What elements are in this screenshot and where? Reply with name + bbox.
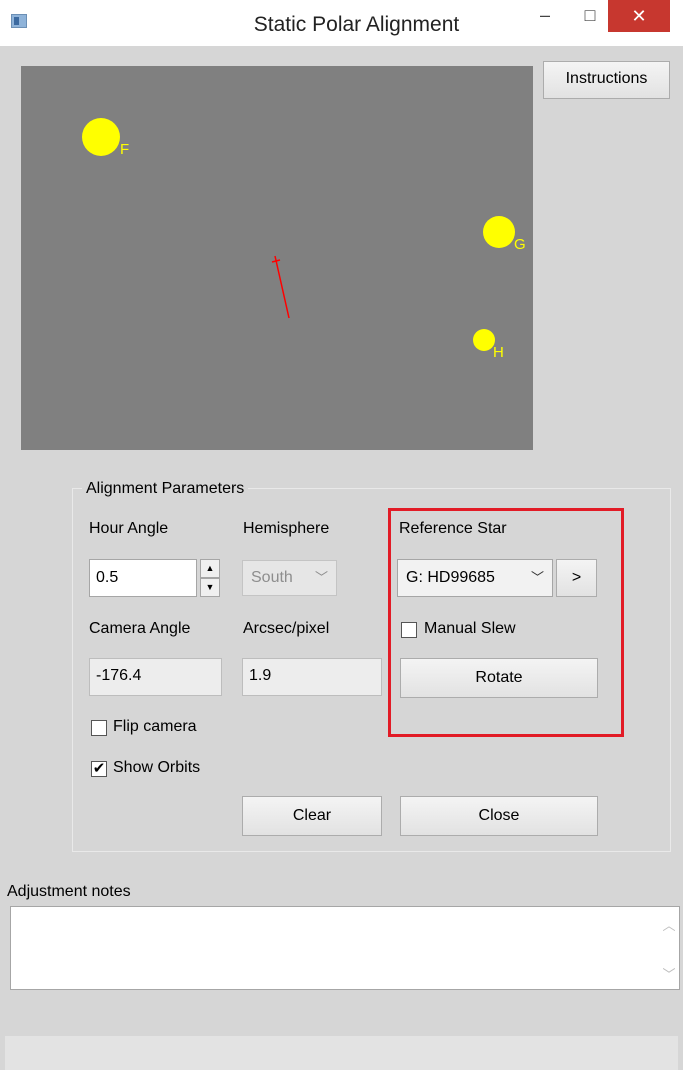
arcsec-label: Arcsec/pixel <box>243 620 330 637</box>
clear-button[interactable]: Clear <box>242 796 382 836</box>
show-orbits-checkbox[interactable]: ✔ <box>91 761 107 777</box>
close-button[interactable]: Close <box>400 796 598 836</box>
next-star-button[interactable]: > <box>556 559 597 597</box>
alignment-parameters-title: Alignment Parameters <box>82 480 249 498</box>
hemisphere-select: South ﹀ <box>242 560 337 596</box>
hemisphere-value: South <box>251 569 293 586</box>
hemisphere-label: Hemisphere <box>243 520 330 537</box>
hour-angle-spinner[interactable]: ▲ ▼ <box>200 559 220 597</box>
close-icon: ✕ <box>631 6 647 26</box>
reference-star-label: Reference Star <box>399 520 507 537</box>
hour-angle-input[interactable]: 0.5 <box>89 559 197 597</box>
orbit-line <box>271 255 290 319</box>
reference-star-value: G: HD99685 <box>406 569 495 586</box>
flip-camera-label[interactable]: Flip camera <box>113 718 197 736</box>
close-window-button[interactable]: ✕ <box>608 0 670 32</box>
status-bar <box>5 1036 678 1070</box>
title-bar: Static Polar Alignment – □ ✕ <box>0 0 683 46</box>
show-orbits-label[interactable]: Show Orbits <box>113 759 200 777</box>
reference-star-select[interactable]: G: HD99685 ﹀ <box>397 559 553 597</box>
manual-slew-checkbox[interactable] <box>401 622 417 638</box>
adjustment-notes-textarea[interactable]: ︿ ﹀ <box>10 906 680 990</box>
scroll-up-icon[interactable]: ︿ <box>659 915 679 934</box>
window-bottom-edge <box>0 1070 683 1081</box>
chevron-down-icon: ﹀ <box>530 570 544 585</box>
camera-angle-field: -176.4 <box>89 658 222 696</box>
spin-down-icon[interactable]: ▼ <box>200 578 220 597</box>
spin-up-icon[interactable]: ▲ <box>200 559 220 578</box>
manual-slew-label[interactable]: Manual Slew <box>424 620 516 638</box>
scroll-down-icon[interactable]: ﹀ <box>659 964 679 983</box>
maximize-button[interactable]: □ <box>575 0 605 32</box>
minimize-button[interactable]: – <box>530 0 560 32</box>
arcsec-field: 1.9 <box>242 658 382 696</box>
rotate-button[interactable]: Rotate <box>400 658 598 698</box>
hour-angle-label: Hour Angle <box>89 520 169 537</box>
static-polar-alignment-window: Static Polar Alignment – □ ✕ F G H Instr… <box>0 0 683 1081</box>
instructions-button[interactable]: Instructions <box>543 61 670 99</box>
notes-scrollbar[interactable]: ︿ ﹀ <box>659 907 679 989</box>
adjustment-notes-label: Adjustment notes <box>7 883 131 900</box>
camera-angle-label: Camera Angle <box>89 620 191 637</box>
star-view-canvas[interactable]: F G H <box>21 66 533 450</box>
flip-camera-checkbox[interactable] <box>91 720 107 736</box>
chevron-down-icon: ﹀ <box>314 570 328 585</box>
